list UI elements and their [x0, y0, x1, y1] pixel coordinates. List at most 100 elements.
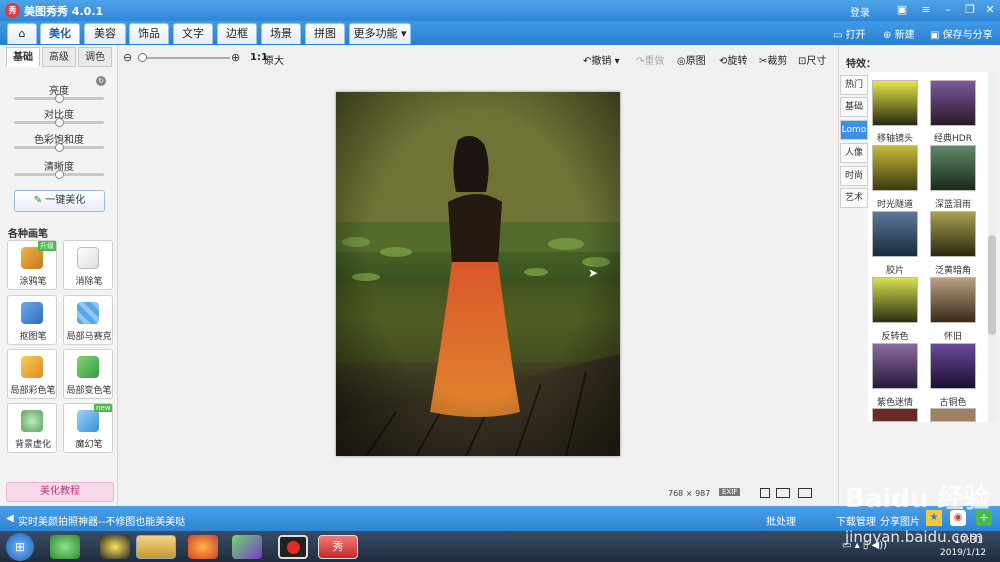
tool-label: 局部变色笔 [66, 386, 112, 396]
qq-icon[interactable] [100, 535, 130, 559]
meitu-taskbar-icon[interactable]: 秀 [318, 535, 358, 559]
rotate-button[interactable]: ⟲旋转 [719, 52, 747, 67]
feedback-icon[interactable]: ▣ [894, 2, 910, 18]
file-explorer-icon[interactable] [136, 535, 176, 559]
start-button-icon[interactable]: ⊞ [6, 533, 34, 561]
undo-button[interactable]: ↶撤销 ▾ [583, 52, 620, 67]
effect-label: 深蓝泪雨 [934, 200, 971, 210]
scrollbar-thumb[interactable] [988, 235, 996, 335]
subtab-advanced[interactable]: 高级 [42, 47, 76, 67]
effect-label: 胶片 [885, 266, 904, 276]
effect-thumbnail[interactable] [930, 343, 976, 389]
effect-thumbnail[interactable] [930, 211, 976, 257]
firefox-icon[interactable] [188, 535, 218, 559]
effect-label: 古铜色 [939, 398, 967, 408]
edited-photo[interactable] [336, 92, 620, 456]
batch-process-button[interactable]: 批处理 [766, 513, 796, 528]
slider-knob[interactable] [54, 94, 64, 103]
effect-thumbnail[interactable] [872, 277, 918, 323]
paint-bucket-icon [77, 356, 99, 378]
original-image-button[interactable]: ◎原图 [677, 52, 706, 67]
category-popular[interactable]: 热门 [840, 75, 868, 95]
saturation-slider[interactable] [14, 143, 104, 152]
menu-icon[interactable]: ≡ [918, 2, 934, 18]
save-share-button[interactable]: ▣ 保存与分享 [930, 26, 993, 41]
original-size-button[interactable]: 原大 [264, 52, 284, 67]
redo-label: 重做 [644, 56, 665, 67]
zoom-out-icon[interactable]: ⊖ [123, 51, 132, 64]
zoom-slider[interactable] [138, 53, 230, 62]
one-key-label: 一键美化 [45, 195, 86, 206]
tab-cosmetic[interactable]: 美容 [84, 23, 126, 44]
tool-magic-pen[interactable]: new 魔幻笔 [63, 403, 113, 453]
tool-doodle-pen[interactable]: 升级 涂鸦笔 [7, 240, 57, 290]
magic-wand-icon: ✎ [33, 195, 43, 206]
slider-knob[interactable] [54, 118, 64, 127]
compare-icon[interactable] [760, 488, 770, 498]
effect-thumbnail[interactable] [872, 343, 918, 389]
open-button[interactable]: ▭ 打开 [833, 26, 866, 41]
crop-button[interactable]: ✂裁剪 [759, 52, 787, 67]
effect-thumbnail[interactable] [872, 145, 918, 191]
zoom-in-icon[interactable]: ⊕ [231, 51, 240, 64]
tool-eraser-pen[interactable]: 消除笔 [63, 240, 113, 290]
category-portrait[interactable]: 人像 [840, 143, 868, 163]
tool-background-blur[interactable]: 背景虚化 [7, 403, 57, 453]
tool-recolor-pen[interactable]: 局部变色笔 [63, 349, 113, 399]
effect-thumbnail[interactable] [930, 408, 976, 422]
tool-mosaic[interactable]: 局部马赛克 [63, 295, 113, 345]
tab-beautify[interactable]: 美化 [40, 23, 80, 44]
effect-thumbnail[interactable] [930, 145, 976, 191]
maximize-icon[interactable]: ❐ [962, 2, 978, 18]
media-player-icon[interactable] [232, 535, 262, 559]
speaker-icon: ◀ [6, 513, 14, 524]
category-basic[interactable]: 基础 [840, 97, 868, 117]
tab-accessories[interactable]: 饰品 [129, 23, 169, 44]
exif-button[interactable]: EXIF [719, 488, 741, 496]
status-message[interactable]: 实时美颜拍照神器--不修图也能美美哒 [18, 513, 185, 528]
tab-border[interactable]: 边框 [217, 23, 257, 44]
home-tab[interactable]: ⌂ [7, 23, 37, 44]
close-icon[interactable]: ✕ [982, 2, 998, 18]
download-manager-button[interactable]: 下载管理 [836, 513, 876, 528]
effect-thumbnail[interactable] [930, 80, 976, 126]
tab-scene[interactable]: 场景 [261, 23, 301, 44]
slider-knob[interactable] [54, 170, 64, 179]
zoom-knob[interactable] [138, 53, 147, 62]
effect-label: 反转色 [881, 332, 909, 342]
dropdown-arrow-icon: ▾ [614, 56, 620, 67]
minimize-icon[interactable]: – [940, 2, 956, 18]
tool-cutout-pen[interactable]: 抠图笔 [7, 295, 57, 345]
tool-label: 局部马赛克 [66, 332, 112, 342]
category-art[interactable]: 艺术 [840, 188, 868, 208]
redo-button[interactable]: ↷重做 [636, 52, 664, 67]
effect-thumbnail[interactable] [872, 211, 918, 257]
new-button[interactable]: ⊕ 新建 [883, 26, 915, 41]
effect-thumbnail[interactable] [930, 277, 976, 323]
one-key-beautify-button[interactable]: ✎ 一键美化 [14, 190, 105, 212]
fullscreen-icon[interactable] [776, 488, 790, 498]
image-height: 987 [695, 489, 711, 498]
split-view-icon[interactable] [798, 488, 812, 498]
category-fashion[interactable]: 时尚 [840, 166, 868, 186]
share-image-button[interactable]: 分享图片 [880, 513, 920, 528]
tutorial-button[interactable]: 美化教程 [6, 482, 114, 502]
category-lomo[interactable]: Lomo [840, 120, 868, 140]
record-icon[interactable] [278, 535, 308, 559]
sharpness-slider[interactable] [14, 170, 104, 179]
brightness-slider[interactable] [14, 94, 104, 103]
effect-thumbnail[interactable] [872, 80, 918, 126]
tab-text[interactable]: 文字 [173, 23, 213, 44]
resize-button[interactable]: ⊡尺寸 [798, 52, 826, 67]
tab-collage[interactable]: 拼图 [305, 23, 345, 44]
tab-more-features[interactable]: 更多功能 ▾ [349, 23, 411, 44]
subtab-color[interactable]: 调色 [78, 47, 112, 67]
contrast-slider[interactable] [14, 118, 104, 127]
subtab-basic[interactable]: 基础 [6, 47, 40, 67]
clock-date[interactable]: 2019/1/12 [940, 548, 986, 558]
tool-color-pen[interactable]: 局部彩色笔 [7, 349, 57, 399]
360-browser-icon[interactable] [50, 535, 80, 559]
login-link[interactable]: 登录 [850, 4, 870, 19]
slider-knob[interactable] [54, 143, 64, 152]
effect-thumbnail[interactable] [872, 408, 918, 422]
